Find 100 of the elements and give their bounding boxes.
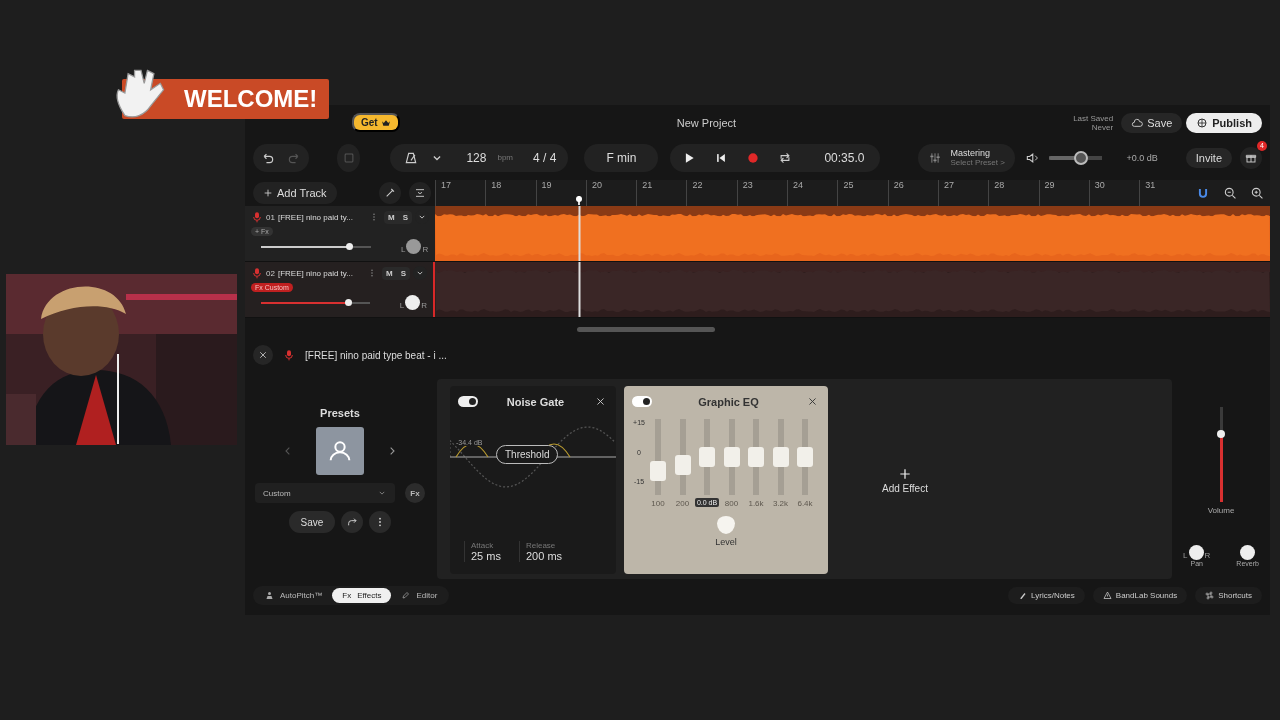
pan-right-label: R bbox=[1204, 551, 1211, 560]
volume-fader[interactable] bbox=[1219, 407, 1223, 502]
align-button[interactable] bbox=[408, 182, 431, 205]
pan-left-label: L bbox=[401, 245, 406, 255]
loop-icon bbox=[778, 150, 793, 165]
globe-icon bbox=[1196, 116, 1209, 129]
pan-knob[interactable] bbox=[1188, 545, 1204, 560]
selected-track-name: [FREE] nino paid type beat - i ... bbox=[305, 349, 447, 361]
volume-label: Volume bbox=[1207, 506, 1235, 515]
param-value: 25 ms bbox=[471, 550, 501, 562]
fx-button[interactable]: Fx bbox=[405, 483, 425, 503]
band-label: 100 bbox=[651, 499, 665, 508]
time-signature: 4 / 4 bbox=[533, 150, 557, 165]
mute-button[interactable]: M bbox=[384, 210, 399, 224]
save-button[interactable]: Save bbox=[1121, 112, 1183, 133]
mode-tab[interactable]: Fx Effects bbox=[332, 587, 392, 603]
share-icon bbox=[346, 516, 359, 528]
pan-right-label: R bbox=[422, 245, 429, 255]
align-icon bbox=[413, 187, 426, 200]
get-button[interactable]: Get bbox=[352, 113, 400, 132]
more-button[interactable] bbox=[369, 511, 392, 533]
mastering-button[interactable]: Mastering Select Preset > bbox=[918, 143, 1015, 172]
zoom-in-icon bbox=[1249, 186, 1264, 201]
speaker-icon bbox=[1024, 150, 1039, 165]
band-label: 6.4k bbox=[797, 499, 813, 508]
reverb-knob[interactable] bbox=[1240, 545, 1256, 560]
publish-button[interactable]: Publish bbox=[1186, 112, 1262, 133]
preset-dropdown[interactable]: Custom bbox=[255, 483, 395, 503]
effect-title: Graphic EQ bbox=[698, 395, 759, 408]
share-button[interactable] bbox=[341, 511, 364, 533]
pencil-icon bbox=[401, 590, 411, 600]
param-value: 200 ms bbox=[525, 550, 563, 562]
sliders-icon bbox=[928, 150, 943, 165]
band-label: 1.6k bbox=[748, 499, 764, 508]
stop-icon bbox=[341, 150, 356, 165]
tempo-unit: bpm bbox=[497, 153, 513, 162]
welcome-text: WELCOME! bbox=[184, 85, 318, 112]
zoom-out-icon bbox=[1223, 186, 1237, 201]
warning-icon bbox=[1102, 590, 1112, 600]
add-effect-button[interactable]: Add Effect bbox=[876, 386, 934, 574]
track-number: 02 bbox=[266, 268, 275, 278]
playhead-line[interactable] bbox=[578, 262, 581, 318]
add-track-button[interactable]: Add Track bbox=[253, 182, 337, 205]
mode-tab[interactable]: AutoPitch™ bbox=[255, 587, 333, 603]
param-label: Release bbox=[525, 541, 557, 550]
close-icon bbox=[807, 396, 818, 407]
band-label: 200 bbox=[675, 499, 690, 508]
last-saved-value: Never bbox=[1091, 122, 1114, 132]
pan-right-label: R bbox=[421, 301, 427, 311]
save-preset-button[interactable]: Save bbox=[288, 511, 336, 533]
volume-slider[interactable] bbox=[261, 245, 371, 248]
track-number: 01 bbox=[266, 212, 275, 222]
volume-slider[interactable] bbox=[261, 301, 370, 304]
tool-button[interactable] bbox=[378, 182, 401, 205]
footer-link[interactable]: Lyrics/Notes bbox=[1008, 586, 1085, 604]
close-button[interactable] bbox=[253, 345, 273, 365]
person-icon bbox=[265, 590, 274, 600]
footer-link[interactable]: BandLab Sounds bbox=[1092, 586, 1188, 604]
record-icon bbox=[746, 150, 761, 165]
band-label: 3.2k bbox=[772, 499, 789, 508]
tempo-value: 128 bbox=[466, 150, 487, 165]
microphone-icon bbox=[283, 349, 295, 361]
level-label: Level bbox=[715, 537, 737, 547]
plus-icon bbox=[898, 466, 912, 481]
pan-knob[interactable] bbox=[406, 239, 422, 255]
solo-button[interactable]: S bbox=[398, 210, 412, 224]
key-button[interactable]: F min bbox=[584, 143, 659, 172]
solo-button[interactable]: S bbox=[396, 266, 410, 280]
power-toggle[interactable] bbox=[458, 396, 478, 407]
playhead-handle[interactable] bbox=[576, 196, 583, 205]
effect-title: Noise Gate bbox=[506, 395, 565, 408]
time-display: 00:35.0 bbox=[823, 150, 866, 165]
threshold-button[interactable]: Threshold bbox=[496, 445, 559, 464]
command-icon bbox=[1205, 590, 1215, 600]
pan-knob[interactable] bbox=[405, 295, 421, 311]
cloud-icon bbox=[1131, 116, 1144, 129]
mute-button[interactable]: M bbox=[382, 266, 397, 280]
pan-left-label: L bbox=[399, 301, 405, 311]
power-toggle[interactable] bbox=[632, 396, 652, 407]
close-icon bbox=[595, 396, 606, 407]
track-name: [FREE] nino paid ty... bbox=[277, 268, 354, 278]
presets-title: Presets bbox=[320, 407, 360, 419]
microphone-icon bbox=[251, 267, 263, 280]
pan-left-label: L bbox=[1183, 551, 1188, 560]
track-name: [FREE] nino paid ty... bbox=[277, 212, 354, 222]
feather-icon bbox=[1018, 590, 1028, 600]
close-icon bbox=[258, 350, 268, 360]
band-label: 800 bbox=[724, 499, 739, 508]
project-title: New Project bbox=[676, 116, 737, 129]
last-saved-label: Last Saved bbox=[1073, 113, 1114, 123]
user-icon bbox=[328, 439, 352, 463]
gift-button[interactable] bbox=[1240, 146, 1262, 169]
invite-button[interactable]: Invite bbox=[1185, 147, 1232, 168]
scrollbar-thumb[interactable] bbox=[577, 326, 715, 332]
mode-tab[interactable]: Editor bbox=[391, 587, 448, 603]
param-label: Attack bbox=[471, 541, 495, 550]
plus-icon bbox=[263, 188, 273, 199]
metronome-icon bbox=[404, 150, 419, 165]
footer-link[interactable]: Shortcuts bbox=[1195, 586, 1262, 604]
microphone-icon bbox=[251, 211, 263, 224]
